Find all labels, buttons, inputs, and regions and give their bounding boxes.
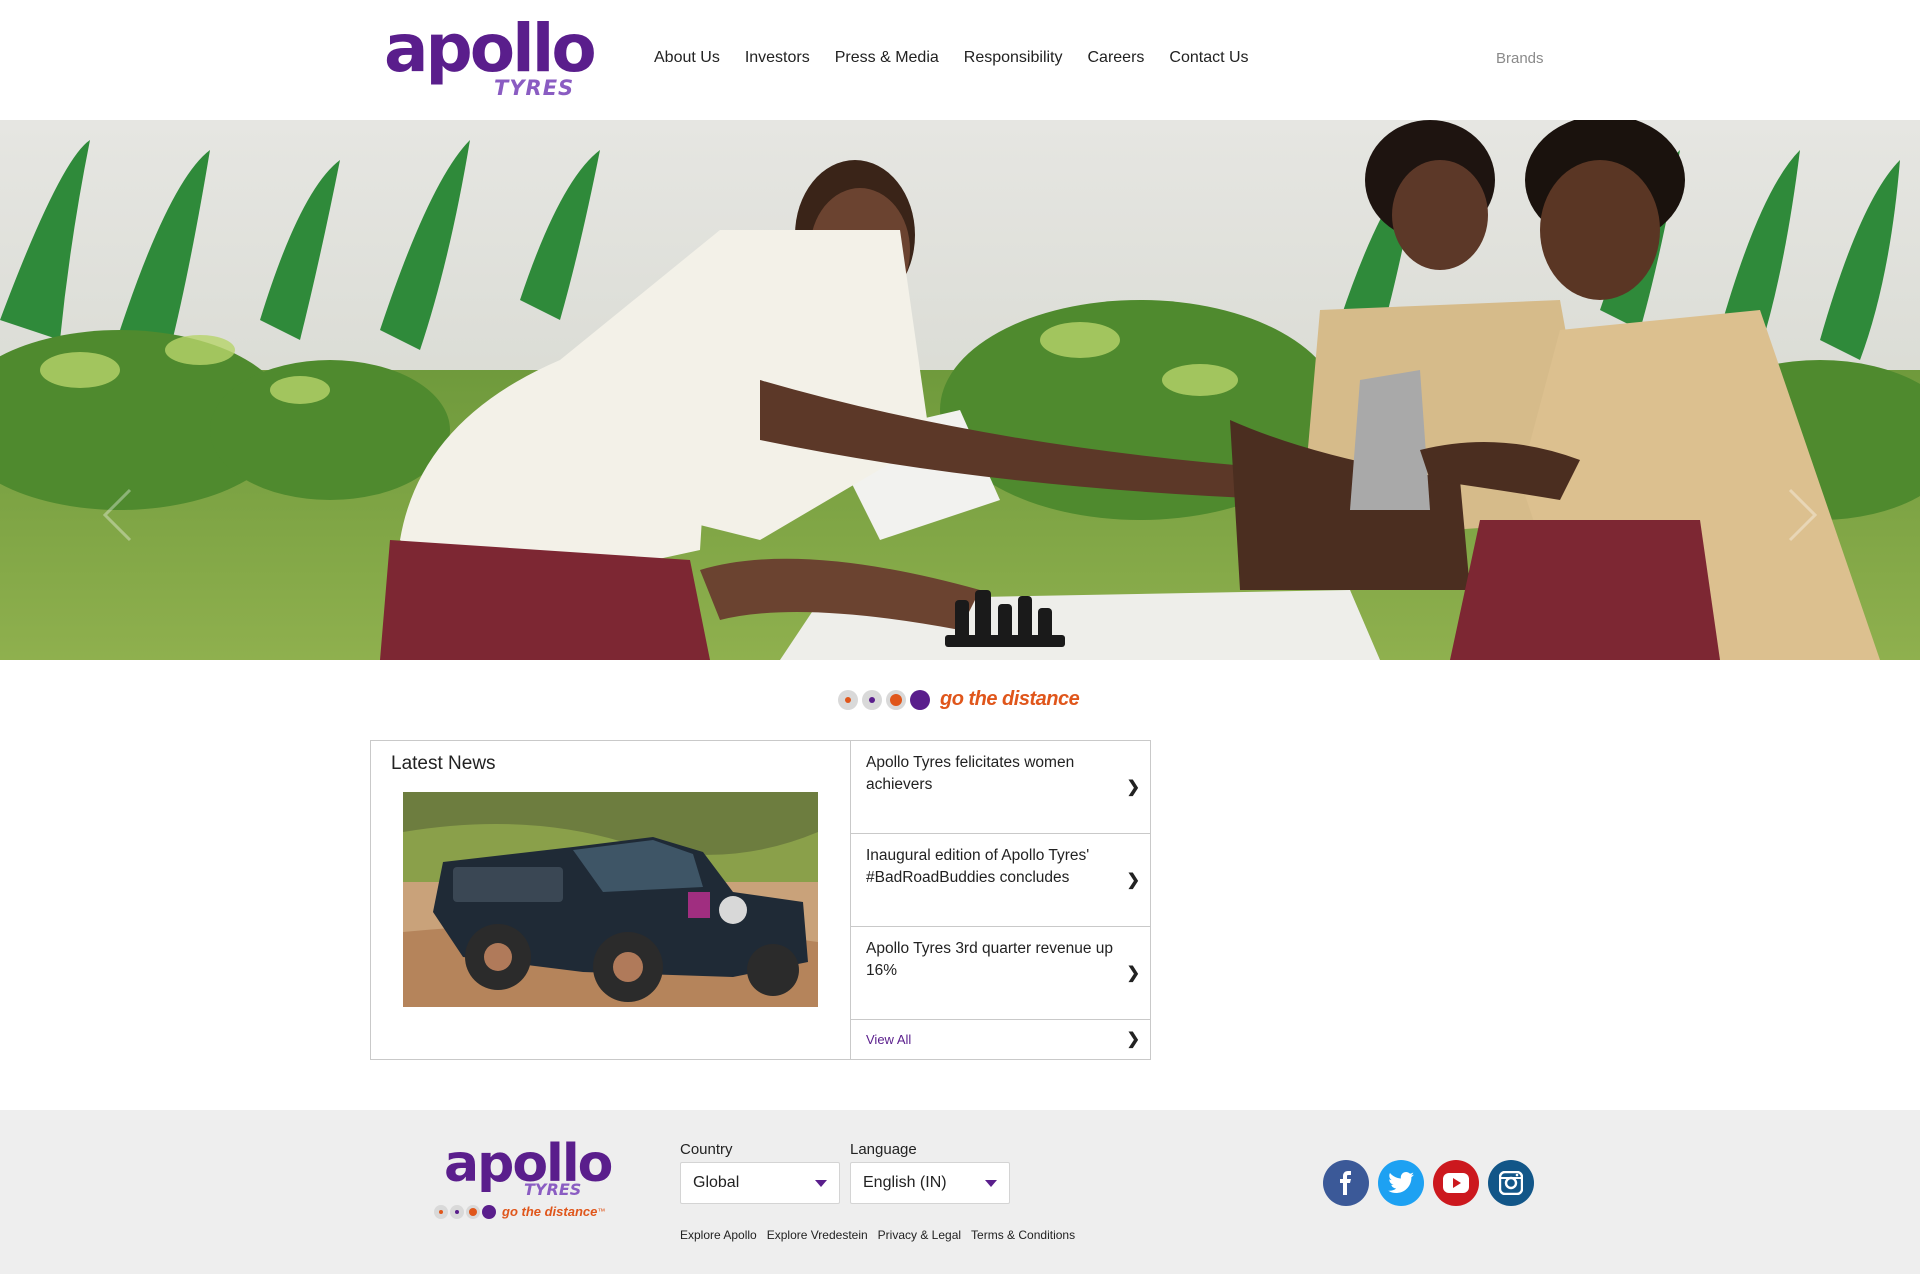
chevron-right-icon: ❯ [1126, 965, 1140, 982]
site-header: apollo TYRES About Us Investors Press & … [0, 0, 1920, 120]
footer-dot-icon [482, 1204, 496, 1219]
facebook-icon[interactable] [1323, 1160, 1369, 1206]
news-feature-image[interactable] [403, 792, 818, 1007]
news-heading: Latest News [391, 753, 496, 774]
footer-link-terms-conditions[interactable]: Terms & Conditions [971, 1228, 1075, 1242]
nav-contact-us[interactable]: Contact Us [1169, 49, 1248, 67]
view-all-news-link[interactable]: View All ❯ [851, 1020, 1150, 1058]
tagline-dot-orange-icon [886, 689, 906, 710]
brands-link[interactable]: Brands [1496, 50, 1544, 67]
chevron-right-icon: ❯ [1126, 1031, 1140, 1048]
view-all-label: View All [866, 1032, 912, 1047]
youtube-icon[interactable] [1433, 1160, 1479, 1206]
footer-link-explore-vredestein[interactable]: Explore Vredestein [767, 1228, 868, 1242]
country-selector: Country Global [680, 1141, 840, 1204]
country-label: Country [680, 1141, 733, 1158]
language-selector: Language English (IN) [850, 1141, 1010, 1204]
latest-news-panel: Latest News Apollo Tyres felicitates wom… [370, 740, 1151, 1060]
country-value: Global [693, 1174, 740, 1191]
nav-press-media[interactable]: Press & Media [835, 49, 939, 67]
chevron-right-icon: ❯ [1126, 779, 1140, 796]
social-links [1323, 1160, 1543, 1206]
tagline: go the distance [838, 688, 1080, 711]
footer-logo-subtitle: TYRES [524, 1180, 582, 1199]
footer-link-privacy-legal[interactable]: Privacy & Legal [878, 1228, 961, 1242]
footer-tagline: go the distance ™ [434, 1204, 605, 1219]
dropdown-arrow-icon [815, 1180, 827, 1187]
tagline-dot-lilac-icon [862, 689, 882, 710]
language-label: Language [850, 1141, 917, 1158]
news-item[interactable]: Inaugural edition of Apollo Tyres' #BadR… [851, 834, 1150, 927]
footer-link-explore-apollo[interactable]: Explore Apollo [680, 1228, 757, 1242]
tagline-dot-purple-icon [910, 689, 930, 710]
hero-banner-image[interactable] [0, 120, 1920, 660]
footer-logo[interactable]: apollo TYRES go the distance ™ [434, 1134, 614, 1235]
news-item-title: Inaugural edition of Apollo Tyres' #BadR… [866, 847, 1090, 886]
news-item[interactable]: Apollo Tyres 3rd quarter revenue up 16% … [851, 927, 1150, 1020]
trademark-symbol: ™ [597, 1207, 606, 1216]
footer-links: Explore Apollo Explore Vredestein Privac… [680, 1228, 1085, 1242]
footer-tagline-text: go the distance [502, 1204, 598, 1219]
country-select[interactable]: Global [680, 1162, 840, 1204]
news-feature: Latest News [371, 741, 851, 1059]
news-item-title: Apollo Tyres felicitates women achievers [866, 754, 1075, 793]
logo-subtitle: TYRES [494, 76, 575, 100]
news-list: Apollo Tyres felicitates women achievers… [851, 741, 1150, 1059]
nav-careers[interactable]: Careers [1088, 49, 1145, 67]
dropdown-arrow-icon [985, 1180, 997, 1187]
language-value: English (IN) [863, 1174, 947, 1191]
footer-dot-icon [450, 1204, 464, 1219]
site-footer: apollo TYRES go the distance ™ Country G… [0, 1110, 1920, 1274]
instagram-icon[interactable] [1488, 1160, 1534, 1206]
twitter-icon[interactable] [1378, 1160, 1424, 1206]
nav-responsibility[interactable]: Responsibility [964, 49, 1063, 67]
news-item[interactable]: Apollo Tyres felicitates women achievers… [851, 741, 1150, 834]
tagline-text: go the distance [940, 688, 1080, 710]
footer-dot-icon [466, 1204, 480, 1219]
chevron-right-icon: ❯ [1126, 872, 1140, 889]
tagline-dot-grey-icon [838, 689, 858, 710]
apollo-tyres-logo[interactable]: apollo TYRES [384, 10, 597, 103]
nav-investors[interactable]: Investors [745, 49, 810, 67]
main-nav: About Us Investors Press & Media Respons… [654, 49, 1274, 67]
footer-dot-icon [434, 1204, 448, 1219]
language-select[interactable]: English (IN) [850, 1162, 1010, 1204]
news-item-title: Apollo Tyres 3rd quarter revenue up 16% [866, 940, 1114, 979]
nav-about-us[interactable]: About Us [654, 49, 720, 67]
